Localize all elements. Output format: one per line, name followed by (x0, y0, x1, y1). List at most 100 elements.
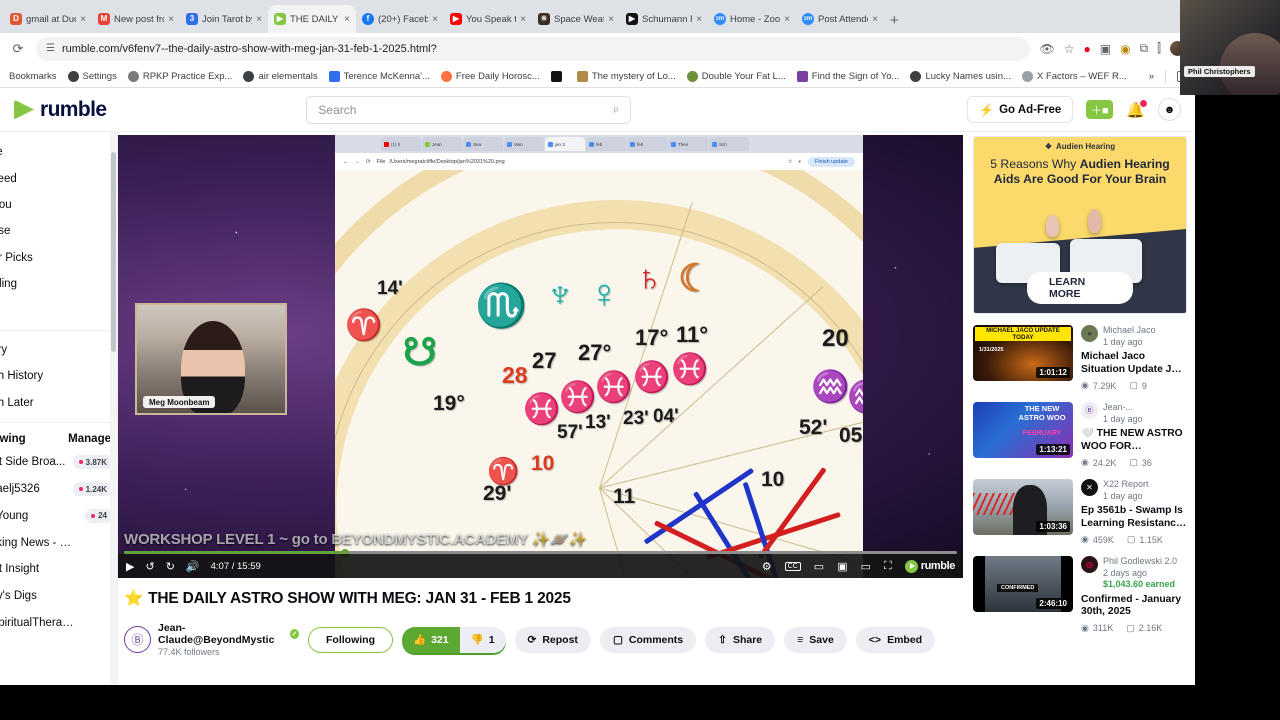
channel-name[interactable]: Michael Jaco (1103, 325, 1156, 335)
sidebar-item-library[interactable]: Library (0, 337, 117, 363)
sidebar-channel-6[interactable]: MaiSpiritualTherapist22 (0, 610, 117, 637)
repost-button[interactable]: ⟳ Repost (514, 626, 591, 653)
bookmark-item-6[interactable] (550, 70, 566, 82)
bookmark-item-1[interactable]: Settings (67, 70, 117, 82)
adblock-ext-icon[interactable]: ◉ (1120, 42, 1130, 56)
sidebar-channel-3[interactable]: Breaking News - Situation ... (0, 529, 117, 556)
rewind-button[interactable]: ↺ (145, 560, 154, 573)
search-input[interactable]: Search ⌕ (306, 95, 632, 124)
pinterest-ext-icon[interactable]: ● (1084, 42, 1091, 56)
reload-icon[interactable]: ⟳ (10, 41, 26, 57)
video-thumbnail[interactable]: THE NEW ASTRO WOO FEBRUARY 1:13:21 (973, 402, 1073, 458)
sidebar-item-for-you[interactable]: For You (0, 192, 117, 218)
bookmark-item-9[interactable]: Find the Sign of Yo... (796, 70, 899, 82)
bookmark-item-8[interactable]: Double Your Fat L... (686, 70, 786, 82)
following-button[interactable]: Following (308, 626, 393, 653)
sidebar-channel-0[interactable]: Bright Side Broa... 3.87K (0, 449, 117, 476)
video-thumbnail[interactable]: MICHAEL JACO UPDATE TODAY 1/31/2025 1:01… (973, 325, 1073, 381)
new-tab-button[interactable]: + (884, 12, 907, 33)
video-title[interactable]: Ep 3561b - Swamp Is Learning Resistance … (1081, 505, 1187, 530)
browser-tab-2[interactable]: 3 Join Tarot by Jan × (180, 5, 268, 33)
bookmark-item-3[interactable]: air elementals (243, 70, 318, 82)
tab-close-icon[interactable]: × (872, 14, 878, 25)
sidebar-scrollbar-thumb[interactable] (111, 152, 116, 352)
tab-close-icon[interactable]: × (696, 14, 702, 25)
bookmark-item-4[interactable]: Terence McKenna'... (328, 70, 430, 82)
sidebar-item-home[interactable]: Home (0, 139, 117, 165)
tab-close-icon[interactable]: × (344, 14, 350, 25)
picture-in-picture-icon[interactable]: ▭ (861, 560, 871, 573)
like-button[interactable]: 👍 321 (402, 626, 460, 653)
sidebar-channel-5[interactable]: Dorey's Digs (0, 583, 117, 610)
bookmark-item-2[interactable]: RPKP Practice Exp... (127, 70, 232, 82)
channel-avatar[interactable]: ✕ (1081, 479, 1098, 496)
comments-button[interactable]: ▢ Comments (599, 626, 697, 653)
manage-button[interactable]: Manage (68, 433, 111, 445)
browser-tab-0[interactable]: D gmail at DuckDu × (4, 5, 92, 33)
browser-tab-7[interactable]: ▶ Schumann Reso × (620, 5, 708, 33)
channel-name[interactable]: Phil Godlewski 2.0 (1103, 556, 1177, 566)
bookmark-star-icon[interactable]: ☆ (1064, 42, 1075, 56)
dislike-button[interactable]: 👎 1 (459, 626, 506, 653)
sidebar-channel-4[interactable]: Bright Insight (0, 556, 117, 583)
save-button[interactable]: ≡ Save (784, 626, 847, 653)
theater-mode-icon[interactable]: ▣ (837, 560, 847, 573)
notifications-bell-icon[interactable]: 🔔 (1126, 99, 1147, 119)
quality-toggle-icon[interactable]: ▭ (814, 560, 824, 573)
bookmark-item-10[interactable]: Lucky Names usin... (910, 70, 1011, 82)
channel-block[interactable]: Ⓑ Jean-Claude@BeyondMystic ✓ 77.4K follo… (124, 622, 299, 657)
browser-tab-5[interactable]: ▶ You Speak the D × (444, 5, 532, 33)
settings-gear-icon[interactable]: ⚙ (762, 560, 772, 573)
site-settings-icon[interactable]: ☰ (46, 43, 55, 54)
address-bar[interactable]: ☰ rumble.com/v6fenv7--the-daily-astro-sh… (36, 36, 1030, 61)
video-title[interactable]: Michael Jaco Situation Update Jan 31: "W… (1081, 351, 1187, 376)
sidebar-scrollbar-track[interactable] (110, 132, 117, 685)
upload-video-button[interactable]: ＋■ (1086, 100, 1114, 119)
tab-close-icon[interactable]: × (80, 14, 86, 25)
recommended-video-2[interactable]: 1:03:36 ✕ X22 Report 1 day ago Ep 3561b … (973, 479, 1187, 545)
bookmark-item-5[interactable]: Free Daily Horosc... (440, 70, 540, 82)
channel-avatar[interactable]: ◍ (1081, 556, 1098, 573)
recommended-video-3[interactable]: CONFIRMED 2:46:10 ◍ Phil Godlewski 2.0 2… (973, 556, 1187, 634)
bookmark-item-11[interactable]: X Factors – WEF R... (1022, 70, 1127, 82)
video-player[interactable]: (1) h Jean Sea Vain jan 3 feb feb Then S… (118, 135, 963, 578)
tab-close-icon[interactable]: × (432, 14, 438, 25)
advertisement-banner[interactable]: ❖ Audien Hearing 5 Reasons Why Audien He… (973, 136, 1187, 314)
video-title[interactable]: Confirmed - January 30th, 2025 (1081, 594, 1187, 619)
incognito-eye-icon[interactable]: 👁 (1040, 42, 1055, 56)
captions-cc-icon[interactable]: CC (784, 561, 801, 571)
sidebar-channel-1[interactable]: michaelj5326 1.24K (0, 476, 117, 503)
extensions-puzzle-icon[interactable]: ⧉ (1140, 41, 1149, 56)
channel-name[interactable]: X22 Report (1103, 479, 1149, 489)
video-thumbnail[interactable]: CONFIRMED 2:46:10 (973, 556, 1073, 612)
tab-close-icon[interactable]: × (784, 14, 790, 25)
ad-learn-more-button[interactable]: LEARN MORE (1027, 272, 1133, 304)
play-button[interactable]: ▶ (126, 560, 134, 573)
sidebar-item-shop[interactable]: Shop (0, 297, 117, 323)
forward-button[interactable]: ↻ (166, 560, 175, 573)
bookmark-item-7[interactable]: The mystery of Lo... (576, 70, 676, 82)
embed-button[interactable]: <> Embed (855, 626, 936, 653)
browser-tab-3-active[interactable]: ▶ THE DAILY AS × (268, 5, 356, 33)
tab-close-icon[interactable]: × (256, 14, 262, 25)
account-avatar-icon[interactable]: ☻ (1158, 98, 1181, 121)
recommended-video-0[interactable]: MICHAEL JACO UPDATE TODAY 1/31/2025 1:01… (973, 325, 1187, 391)
channel-avatar[interactable]: ● (1081, 325, 1098, 342)
sidebar-item-watch-later[interactable]: Watch Later (0, 390, 117, 416)
video-title[interactable]: 🤍 THE NEW ASTRO WOO FOR FEBRUARY with ME… (1081, 428, 1187, 453)
tab-close-icon[interactable]: × (520, 14, 526, 25)
bookmark-item-0[interactable]: Bookmarks (9, 71, 57, 82)
sidebar-channel-2[interactable]: Jodi Young 24 (0, 503, 117, 530)
extension-icon[interactable]: ▣ (1100, 42, 1111, 56)
bookmarks-overflow-button[interactable]: » (1149, 71, 1154, 82)
browser-tab-6[interactable]: ☀ Space Weather × (532, 5, 620, 33)
sidebar-item-my-feed[interactable]: My Feed (0, 165, 117, 191)
rumble-logo[interactable]: rumble (14, 98, 107, 122)
rumble-player-logo[interactable]: rumble (904, 559, 955, 573)
volume-button[interactable]: 🔊 (186, 560, 200, 573)
tab-close-icon[interactable]: × (608, 14, 614, 25)
search-icon[interactable]: ⌕ (613, 102, 620, 117)
go-ad-free-button[interactable]: ⚡ Go Ad-Free (967, 96, 1074, 123)
recommended-video-1[interactable]: THE NEW ASTRO WOO FEBRUARY 1:13:21 Ⓑ Jea… (973, 402, 1187, 468)
sidebar-item-trending[interactable]: Trending (0, 271, 117, 297)
